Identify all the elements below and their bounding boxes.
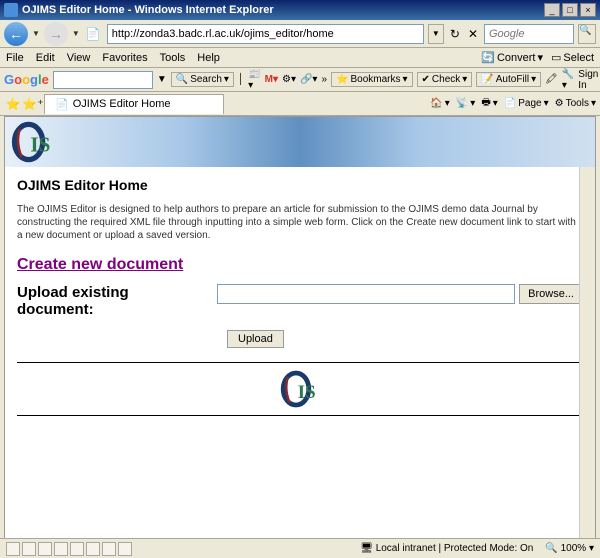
bookmarks-button[interactable]: ⭐Bookmarks▾ [331,72,413,87]
intranet-icon: 🖥 [360,543,373,554]
back-button[interactable]: ← [4,22,28,46]
google-logo: Google [4,72,49,87]
add-favorites-icon[interactable]: ⭐⁺ [24,95,42,113]
tab-ojims-editor[interactable]: 📄 OJIMS Editor Home [44,94,224,114]
select-icon: ▭ [551,51,561,64]
feeds-button[interactable]: 📡▾ [456,98,475,109]
zoom-level[interactable]: 🔍 100% ▾ [545,543,594,554]
toolbar-sep: │ [238,74,244,85]
page-content: IS OJIMS Editor Home The OJIMS Editor is… [4,116,596,554]
stop-icon[interactable]: ✕ [468,27,478,41]
select-button[interactable]: ▭Select [551,51,594,64]
browser-search-input[interactable] [484,24,574,44]
page-description: The OJIMS Editor is designed to help aut… [17,203,583,242]
vertical-scrollbar[interactable] [579,117,595,553]
check-icon: ✔ [422,74,430,85]
tools-menu-button[interactable]: ⚙Tools▾ [555,98,596,109]
forward-dropdown-icon[interactable]: ▼ [72,29,80,38]
star-icon: ⭐ [336,74,348,85]
file-input[interactable] [217,284,515,304]
security-zone: 🖥 Local intranet | Protected Mode: On [360,543,533,554]
upload-button[interactable]: Upload [227,330,284,348]
home-icon: 🏠 [430,98,442,109]
refresh-icon[interactable]: ↻ [450,27,460,41]
minimize-button[interactable]: _ [544,3,560,17]
share-icon[interactable]: 🔗▾ [300,74,317,85]
menu-help[interactable]: Help [197,52,220,64]
upload-label: Upload existing document: [17,284,197,318]
divider [17,415,583,416]
create-document-link[interactable]: Create new document [17,256,583,274]
gear-icon[interactable]: ⚙▾ [282,74,296,85]
page-title: OJIMS Editor Home [17,177,583,193]
convert-button[interactable]: 🔄Convert▾ [481,51,543,64]
menu-favorites[interactable]: Favorites [102,52,147,64]
print-icon: 🖶 [481,95,490,112]
tab-page-icon: 📄 [55,98,69,111]
window-title: OJIMS Editor Home - Windows Internet Exp… [22,4,544,16]
news-icon[interactable]: 📰▾ [248,69,260,91]
svg-text:IS: IS [298,382,316,403]
tools-icon: ⚙ [555,98,564,109]
close-button[interactable]: × [580,3,596,17]
wrench-icon[interactable]: 🔧▾ [562,69,574,91]
home-button[interactable]: 🏠▾ [430,98,449,109]
page-icon: 📄 [86,27,101,41]
tab-toolbar: ⭐ ⭐⁺ 📄 OJIMS Editor Home 🏠▾ 📡▾ 🖶▾ 📄Page▾… [0,92,600,116]
browser-search-button[interactable]: 🔍 [578,24,596,44]
mail-icon[interactable]: M▾ [265,74,278,85]
google-search-input[interactable] [53,71,153,89]
menu-edit[interactable]: Edit [36,52,55,64]
rss-icon: 📡 [456,98,468,109]
more-icon[interactable]: » [321,74,327,85]
menu-file[interactable]: File [6,52,24,64]
check-button[interactable]: ✔Check▾ [417,72,473,87]
menu-view[interactable]: View [67,52,91,64]
ojims-footer-logo: IS [275,369,325,409]
status-bar: 🖥 Local intranet | Protected Mode: On 🔍 … [0,538,600,558]
zoom-icon: 🔍 [545,543,557,554]
google-toolbar: Google ▼ 🔍Search▾ │ 📰▾ M▾ ⚙▾ 🔗▾ » ⭐Bookm… [0,68,600,92]
svg-text:IS: IS [30,133,50,157]
signin-button[interactable]: Sign In [578,69,598,91]
window-titlebar: OJIMS Editor Home - Windows Internet Exp… [0,0,600,20]
menu-bar: File Edit View Favorites Tools Help 🔄Con… [0,48,600,68]
menu-tools[interactable]: Tools [160,52,186,64]
ojims-logo: IS [11,120,55,164]
back-dropdown-icon[interactable]: ▼ [32,29,40,38]
convert-icon: 🔄 [481,51,495,64]
autofill-button[interactable]: 📝AutoFill▾ [476,72,541,87]
status-segments [6,542,132,556]
forward-button: → [44,22,68,46]
address-dropdown[interactable]: ▼ [428,24,444,44]
ie-icon [4,3,18,17]
search-icon: 🔍 [176,74,188,85]
autofill-icon: 📝 [481,74,493,85]
google-search-button[interactable]: 🔍Search▾ [171,72,234,87]
tab-label: OJIMS Editor Home [73,98,171,110]
navigation-toolbar: ← ▼ → ▼ 📄 ▼ ↻ ✕ 🔍 [0,20,600,48]
page-menu-button[interactable]: 📄Page▾ [504,98,549,109]
google-search-dropdown-icon[interactable]: ▼ [157,74,167,85]
favorites-star-icon[interactable]: ⭐ [4,95,22,113]
maximize-button[interactable]: □ [562,3,578,17]
highlight-icon[interactable]: 🖍 [545,74,558,85]
print-button[interactable]: 🖶▾ [481,95,497,112]
page-icon: 📄 [504,98,516,109]
banner: IS [5,117,595,167]
browse-button[interactable]: Browse... [519,284,583,304]
footer-logo-container: IS [17,363,583,415]
address-input[interactable] [107,24,424,44]
